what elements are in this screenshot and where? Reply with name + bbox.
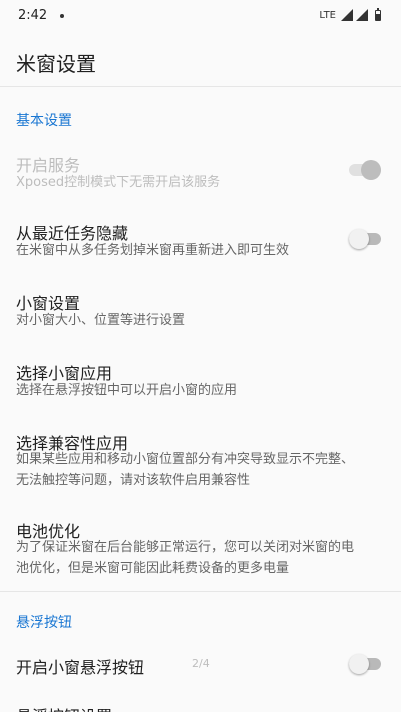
hide-from-recents-switch[interactable] xyxy=(349,228,381,250)
floating-button-switch[interactable] xyxy=(349,653,381,675)
network-type: LTE xyxy=(319,9,336,21)
pref-compatibility-apps[interactable]: 选择兼容性应用 如果某些应用和移动小窗位置部分有冲突导致显示不完整、无法触控等问… xyxy=(0,420,401,500)
section-divider xyxy=(0,591,401,592)
pref-floating-button-settings[interactable]: 悬浮按钮设置 xyxy=(0,695,401,712)
pref-select-window-apps[interactable]: 选择小窗应用 选择在悬浮按钮中可以开启小窗的应用 xyxy=(0,350,401,408)
page-title: 米窗设置 xyxy=(16,52,96,76)
pref-hide-from-recents[interactable]: 从最近任务隐藏 在米窗中从多任务划掉米窗再重新进入即可生效 xyxy=(0,210,401,268)
signal-icon xyxy=(341,9,353,21)
enable-service-switch[interactable] xyxy=(349,159,381,181)
status-icons: LTE xyxy=(319,7,381,21)
pref-summary: 为了保证米窗在后台能够正常运行，您可以关闭对米窗的电池优化，但是米窗可能因此耗费… xyxy=(16,540,355,576)
pref-summary: 在米窗中从多任务划掉米窗再重新进入即可生效 xyxy=(16,243,290,258)
page-indicator: 2/4 xyxy=(192,657,210,670)
switch-thumb xyxy=(361,160,381,180)
pref-enable-service[interactable]: 开启服务 Xposed控制模式下无需开启该服务 xyxy=(0,140,401,198)
pref-title: 悬浮按钮设置 xyxy=(16,703,112,712)
pref-battery-optimization[interactable]: 电池优化 为了保证米窗在后台能够正常运行，您可以关闭对米窗的电池优化，但是米窗可… xyxy=(0,508,401,588)
pref-summary: 如果某些应用和移动小窗位置部分有冲突导致显示不完整、无法触控等问题，请对该软件启… xyxy=(16,452,355,488)
notification-dot-icon xyxy=(60,14,64,18)
section-header-basic: 基本设置 xyxy=(16,113,72,129)
section-header-floating: 悬浮按钮 xyxy=(16,615,72,631)
pref-small-window-settings[interactable]: 小窗设置 对小窗大小、位置等进行设置 xyxy=(0,280,401,338)
pref-summary: 选择在悬浮按钮中可以开启小窗的应用 xyxy=(16,383,238,398)
pref-summary: 对小窗大小、位置等进行设置 xyxy=(16,313,186,328)
switch-thumb xyxy=(349,654,369,674)
status-bar: 2:42 LTE xyxy=(0,0,401,32)
pref-summary: Xposed控制模式下无需开启该服务 xyxy=(16,175,221,190)
battery-icon xyxy=(375,7,381,21)
switch-thumb xyxy=(349,229,369,249)
signal-icon-2 xyxy=(356,9,368,21)
pref-title: 开启小窗悬浮按钮 xyxy=(16,658,145,677)
status-time: 2:42 xyxy=(18,8,48,23)
app-bar: 米窗设置 xyxy=(0,32,401,87)
